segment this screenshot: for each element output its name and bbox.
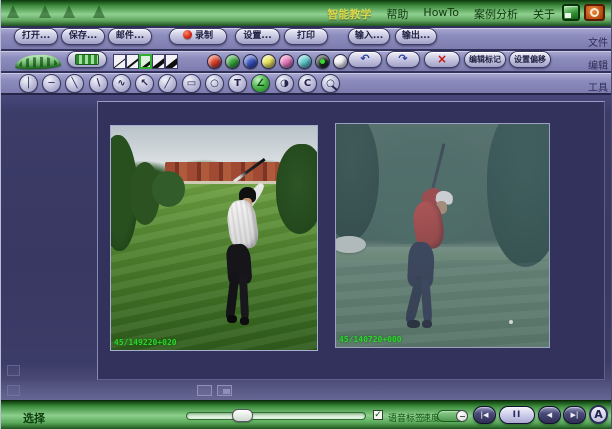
open-button[interactable]: 打开... (14, 28, 58, 45)
menu-howto[interactable]: HowTo (423, 6, 459, 22)
toolbar-tools: │ ─ ╲ ∖ ∿ ↖ ╱ ▭ ○ T ∠ ◑ C ○ 工具 (1, 71, 612, 93)
record-button[interactable]: 录制 (169, 28, 227, 45)
frame-counter-overlay: 45/140720+000 (339, 335, 402, 344)
side-panel-icon[interactable] (7, 365, 20, 376)
side-panel-icon[interactable] (7, 385, 20, 396)
text-tool[interactable]: T (228, 74, 247, 93)
line-width-1-button[interactable] (113, 54, 126, 69)
delete-button[interactable]: × (424, 51, 460, 68)
seek-slider-track[interactable] (186, 412, 366, 420)
filmstrip-button[interactable] (67, 51, 107, 68)
input-button[interactable]: 输入... (348, 28, 390, 45)
tree-watermark-icon (63, 5, 75, 18)
redo-button[interactable]: ↷ (386, 51, 420, 68)
minimize-button[interactable] (562, 4, 580, 21)
golfer-white-shirt (214, 175, 280, 327)
vertical-line-tool[interactable]: │ (19, 74, 38, 93)
tree (276, 144, 318, 234)
tree (152, 171, 185, 207)
color-swatch-green[interactable] (225, 54, 240, 69)
haze-overlay (336, 124, 549, 347)
angle-tool-active[interactable]: ∠ (251, 74, 270, 93)
menubar: 智能教学 帮助 HowTo 案例分析 关于 (327, 6, 555, 22)
curve-tool[interactable]: ∿ (112, 74, 131, 93)
power-ring-icon (590, 8, 599, 17)
pen-tool[interactable]: ╱ (158, 74, 177, 93)
filmstrip-icon (75, 54, 99, 65)
titlebar: 智能教学 帮助 HowTo 案例分析 关于 (1, 0, 612, 26)
color-swatch-white[interactable] (333, 54, 348, 69)
toolbar-file: 打开... 保存... 邮件... 录制 设置... 打印 输入... 输出..… (1, 26, 612, 49)
horizontal-line-tool[interactable]: ─ (42, 74, 61, 93)
pause-button[interactable]: II (499, 406, 535, 424)
print-button[interactable]: 打印 (284, 28, 328, 45)
layout-single-icon[interactable] (197, 385, 212, 396)
skip-to-start-button[interactable]: |◀ (473, 406, 496, 424)
video-panel-left[interactable]: 45/149220+020 (110, 125, 318, 351)
line-width-4-button[interactable] (152, 54, 165, 69)
circle-tool[interactable]: ○ (205, 74, 224, 93)
contrast-tool[interactable]: ◑ (275, 74, 294, 93)
file-group-label: 文件 (588, 34, 608, 49)
active-color-dot (320, 59, 325, 64)
color-swatch-red[interactable] (207, 54, 222, 69)
zoom-tool[interactable]: ○ (321, 74, 340, 93)
speed-slider-thumb[interactable] (456, 410, 468, 422)
menu-smart-teaching[interactable]: 智能教学 (327, 6, 371, 22)
menu-case-analysis[interactable]: 案例分析 (474, 6, 518, 22)
canvas-bottom-band (1, 380, 612, 400)
tree-watermark-icon (7, 5, 19, 18)
color-swatch-yellow[interactable] (261, 54, 276, 69)
color-swatch-cyan[interactable] (297, 54, 312, 69)
app-window: 智能教学 帮助 HowTo 案例分析 关于 打开... 保存... 邮件... … (0, 0, 612, 429)
set-offset-button[interactable]: 设置偏移 (509, 51, 551, 68)
record-dot-icon (183, 30, 192, 39)
color-swatch-black-active[interactable] (315, 54, 330, 69)
toolbar-edit: ↶ ↷ × 编辑标记 设置偏移 编辑 (1, 49, 612, 71)
voice-tag-label: 语音标签 (388, 411, 424, 424)
menu-help[interactable]: 帮助 (386, 6, 408, 22)
mail-button[interactable]: 邮件... (108, 28, 152, 45)
rectangle-tool[interactable]: ▭ (182, 74, 201, 93)
settings-button[interactable]: 设置... (235, 28, 280, 45)
output-button[interactable]: 输出... (395, 28, 437, 45)
power-close-button[interactable] (584, 4, 605, 21)
tools-group-label: 工具 (588, 79, 608, 94)
golfer-shoe (240, 317, 249, 325)
golfer-shoe (227, 315, 237, 323)
short-line-tool[interactable]: ∖ (89, 74, 108, 93)
layout-dual-icon[interactable] (217, 385, 232, 396)
statusbar: 选择 ✓ 语音标签 速度 |◀ II ◀ ▶| A (1, 400, 612, 429)
video-panel-right[interactable]: 45/140720+000 (335, 123, 550, 348)
arc-tool[interactable]: C (298, 74, 317, 93)
step-back-button[interactable]: ◀ (538, 406, 561, 424)
step-forward-button[interactable]: ▶| (563, 406, 586, 424)
speed-slider[interactable] (437, 410, 468, 422)
edit-marks-button[interactable]: 编辑标记 (464, 51, 506, 68)
golfer-shirt (225, 198, 260, 250)
diagonal-line-tool[interactable]: ╲ (65, 74, 84, 93)
edit-group-label: 编辑 (588, 57, 608, 72)
tree-watermark-icon (93, 5, 105, 18)
arrow-tool[interactable]: ↖ (135, 74, 154, 93)
line-width-2-button[interactable] (126, 54, 139, 69)
color-swatch-blue[interactable] (243, 54, 258, 69)
tree-watermark-icon (39, 5, 51, 18)
auto-play-button[interactable]: A (589, 405, 608, 424)
line-width-5-button[interactable] (165, 54, 178, 69)
line-width-3-button[interactable] (139, 54, 152, 69)
color-swatch-pink[interactable] (279, 54, 294, 69)
filmstrip-arc-icon[interactable] (15, 54, 62, 70)
voice-tag-checkbox[interactable]: ✓ (373, 410, 383, 420)
menu-about[interactable]: 关于 (533, 6, 555, 22)
undo-button[interactable]: ↶ (348, 51, 382, 68)
mode-label: 选择 (23, 410, 45, 426)
seek-slider-thumb[interactable] (232, 409, 253, 422)
save-button[interactable]: 保存... (61, 28, 105, 45)
frame-counter-overlay: 45/149220+020 (114, 338, 177, 347)
